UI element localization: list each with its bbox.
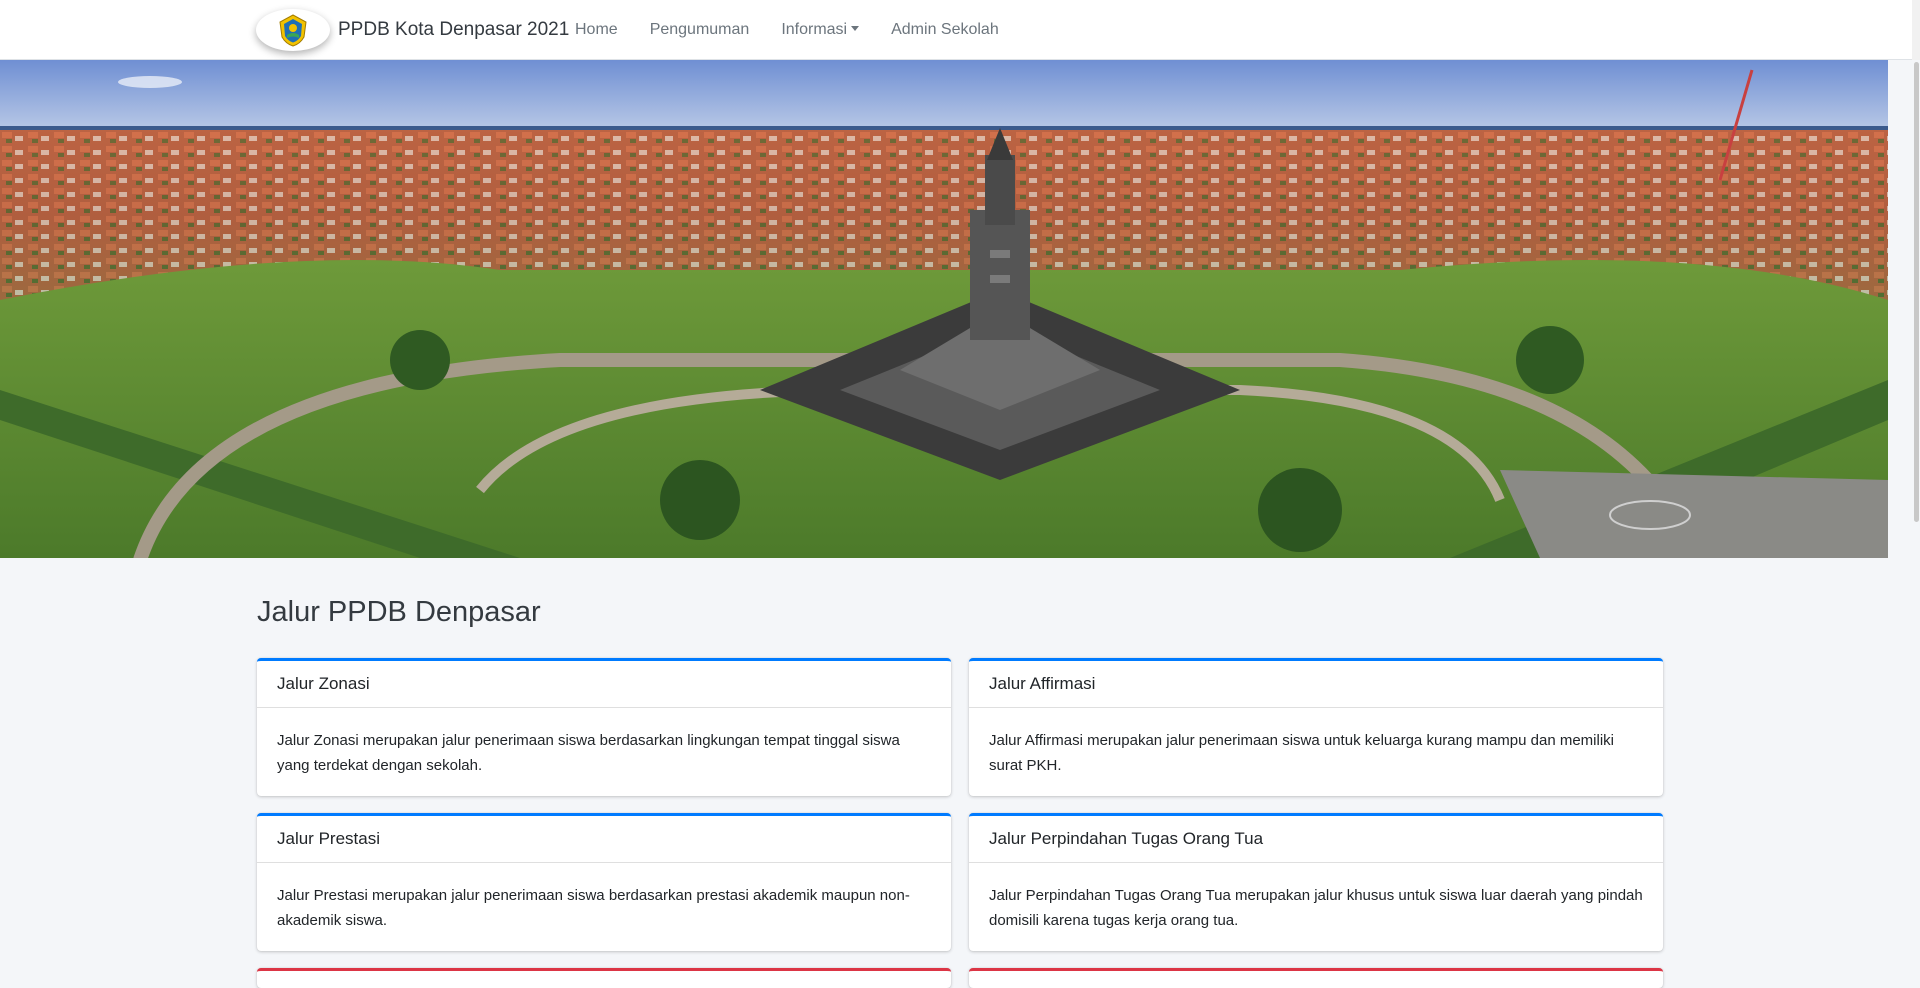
card-title: Jalur Affirmasi	[969, 661, 1663, 708]
nav-pengumuman[interactable]: Pengumuman	[634, 21, 766, 39]
section-title: Jalur PPDB Denpasar	[257, 596, 541, 628]
card-title: Jalur Perpindahan Tugas Orang Tua	[969, 816, 1663, 863]
brand-link[interactable]: PPDB Kota Denpasar 2021	[256, 6, 569, 54]
card-partial	[257, 968, 951, 988]
aerial-monument-photo	[0, 60, 1888, 558]
city-emblem-icon	[256, 9, 330, 51]
nav-admin-sekolah[interactable]: Admin Sekolah	[875, 21, 1015, 39]
card-body: Jalur Zonasi merupakan jalur penerimaan …	[277, 732, 900, 774]
hero-banner	[0, 60, 1888, 558]
nav-informasi-dropdown[interactable]: Informasi	[765, 21, 875, 39]
card-body: Jalur Perpindahan Tugas Orang Tua merupa…	[989, 887, 1643, 929]
card-body: Jalur Prestasi merupakan jalur penerimaa…	[277, 887, 910, 929]
card-jalur-zonasi: Jalur Zonasi Jalur Zonasi merupakan jalu…	[257, 658, 951, 796]
card-body: Jalur Affirmasi merupakan jalur penerima…	[989, 732, 1615, 774]
card-title: Jalur Zonasi	[257, 661, 951, 708]
navbar: PPDB Kota Denpasar 2021 Home Pengumuman …	[0, 0, 1920, 60]
scrollbar-thumb[interactable]	[1914, 62, 1919, 522]
card-jalur-affirmasi: Jalur Affirmasi Jalur Affirmasi merupaka…	[969, 658, 1663, 796]
card-jalur-prestasi: Jalur Prestasi Jalur Prestasi merupakan …	[257, 813, 951, 951]
nav-informasi-label: Informasi	[781, 21, 848, 38]
card-title: Jalur Prestasi	[257, 816, 951, 863]
card-jalur-perpindahan-tugas: Jalur Perpindahan Tugas Orang Tua Jalur …	[969, 813, 1663, 951]
caret-down-icon	[851, 26, 860, 31]
scrollbar-strip	[1912, 0, 1920, 60]
main-nav: Home Pengumuman Informasi Admin Sekolah	[559, 0, 1015, 60]
card-partial	[969, 968, 1663, 988]
nav-home[interactable]: Home	[559, 21, 634, 39]
brand-title: PPDB Kota Denpasar 2021	[338, 19, 570, 40]
